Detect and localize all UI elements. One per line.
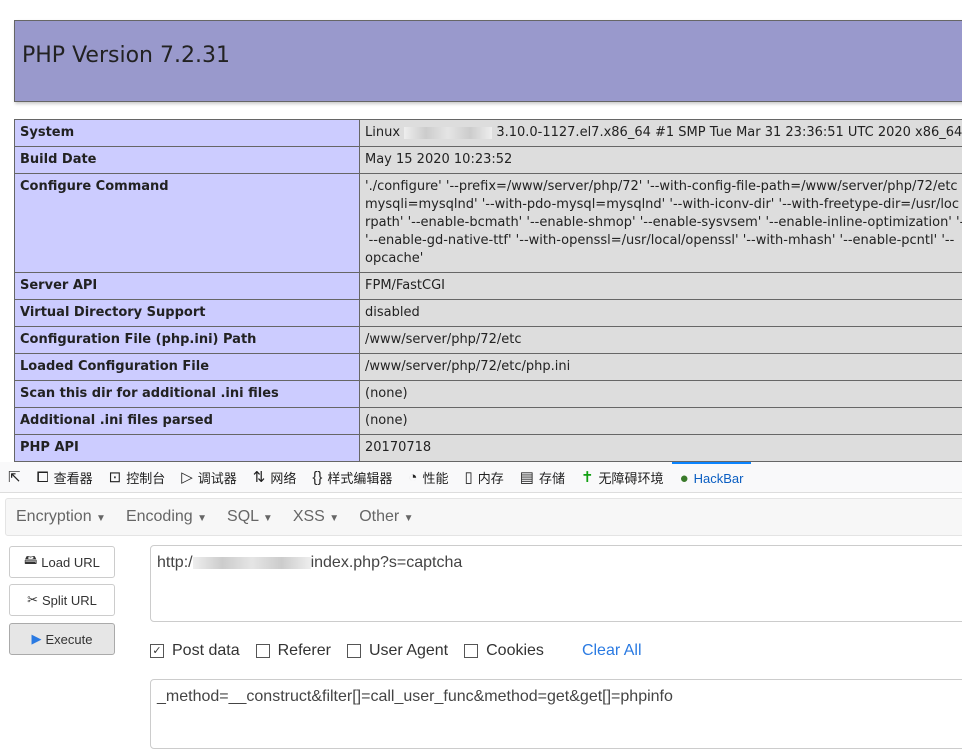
devtools-tab-9[interactable]: ●HackBar — [672, 462, 752, 492]
row-key: Configure Command — [15, 174, 360, 273]
table-row: Configuration File (php.ini) Path/www/se… — [15, 327, 962, 354]
table-row: Server APIFPM/FastCGI — [15, 273, 962, 300]
accessibility-icon: ✝ — [581, 468, 594, 486]
row-value: FPM/FastCGI — [360, 273, 962, 300]
redacted-host — [193, 557, 311, 569]
menu-encryption[interactable]: Encryption ▼ — [6, 508, 116, 526]
row-key: Virtual Directory Support — [15, 300, 360, 327]
devtools-tab-2[interactable]: ▷调试器 — [173, 462, 245, 492]
network-icon: ⇅ — [253, 468, 266, 486]
row-key: System — [15, 120, 360, 147]
option-post-data[interactable]: ✓Post data — [150, 642, 240, 660]
checkbox[interactable] — [256, 644, 270, 658]
execute-button[interactable]: ▶Execute — [9, 623, 115, 655]
row-key: Loaded Configuration File — [15, 354, 360, 381]
chevron-down-icon: ▼ — [404, 513, 414, 524]
console-icon: ⊡ — [109, 468, 122, 486]
request-options: ✓Post data Referer User Agent Cookies Clear … — [150, 642, 642, 660]
row-value: disabled — [360, 300, 962, 327]
devtools-tab-3[interactable]: ⇅网络 — [245, 462, 305, 492]
element-picker-button[interactable]: ⇱ — [0, 462, 29, 492]
hackbar-menu: Encryption ▼Encoding ▼SQL ▼XSS ▼Other ▼ — [5, 498, 962, 536]
chevron-down-icon: ▼ — [329, 513, 339, 524]
table-row: Configure Command'./configure' '--prefix… — [15, 174, 962, 273]
table-row: Loaded Configuration File/www/server/php… — [15, 354, 962, 381]
checkbox[interactable] — [347, 644, 361, 658]
chevron-down-icon: ▼ — [96, 513, 106, 524]
clear-all-link[interactable]: Clear All — [582, 642, 642, 660]
inspector-icon: ⧠ — [37, 469, 49, 486]
menu-encoding[interactable]: Encoding ▼ — [116, 508, 217, 526]
chevron-down-icon: ▼ — [263, 513, 273, 524]
storage-icon: ▤ — [520, 468, 534, 486]
table-row: Build DateMay 15 2020 10:23:52 — [15, 147, 962, 174]
row-key: Scan this dir for additional .ini files — [15, 381, 360, 408]
load-url-button[interactable]: 🖴Load URL — [9, 546, 115, 578]
memory-icon: ▯ — [464, 468, 472, 486]
checkbox[interactable]: ✓ — [150, 644, 164, 658]
devtools-toolbar: ⇱ ⧠查看器⊡控制台▷调试器⇅网络{}样式编辑器◔性能▯内存▤存储✝无障碍环境●… — [0, 462, 962, 493]
url-input[interactable]: http:/index.php?s=captcha — [150, 545, 962, 622]
table-row: Virtual Directory Supportdisabled — [15, 300, 962, 327]
row-key: PHP API — [15, 435, 360, 462]
option-referer[interactable]: Referer — [256, 642, 331, 660]
redacted-hostname — [404, 127, 492, 139]
row-value: './configure' '--prefix=/www/server/php/… — [360, 174, 962, 273]
row-key: Configuration File (php.ini) Path — [15, 327, 360, 354]
devtools-tab-6[interactable]: ▯内存 — [456, 462, 511, 492]
menu-other[interactable]: Other ▼ — [349, 508, 423, 526]
row-key: Additional .ini files parsed — [15, 408, 360, 435]
table-row: SystemLinux 3.10.0-1127.el7.x86_64 #1 SM… — [15, 120, 962, 147]
phpinfo-table: SystemLinux 3.10.0-1127.el7.x86_64 #1 SM… — [14, 119, 962, 462]
play-icon: ▶ — [32, 631, 42, 647]
row-value: (none) — [360, 408, 962, 435]
option-cookies[interactable]: Cookies — [464, 642, 544, 660]
page-title: PHP Version 7.2.31 — [22, 43, 230, 68]
phpinfo-header: PHP Version 7.2.31 — [14, 20, 962, 102]
devtools-tab-8[interactable]: ✝无障碍环境 — [573, 462, 672, 492]
row-key: Server API — [15, 273, 360, 300]
devtools-tab-0[interactable]: ⧠查看器 — [29, 462, 101, 492]
row-value: Linux 3.10.0-1127.el7.x86_64 #1 SMP Tue … — [360, 120, 962, 147]
table-row: Additional .ini files parsed(none) — [15, 408, 962, 435]
table-row: PHP API20170718 — [15, 435, 962, 462]
devtools-tab-4[interactable]: {}样式编辑器 — [304, 462, 400, 492]
cursor-pick-icon: ⇱ — [8, 468, 21, 486]
row-value: /www/server/php/72/etc/php.ini — [360, 354, 962, 381]
row-value: 20170718 — [360, 435, 962, 462]
phpinfo-page: PHP Version 7.2.31 SystemLinux 3.10.0-11… — [0, 0, 962, 462]
chevron-down-icon: ▼ — [197, 513, 207, 524]
row-value: (none) — [360, 381, 962, 408]
style-editor-icon: {} — [312, 469, 322, 486]
checkbox[interactable] — [464, 644, 478, 658]
row-value: May 15 2020 10:23:52 — [360, 147, 962, 174]
devtools-tab-5[interactable]: ◔性能 — [400, 462, 456, 492]
load-icon: 🖴 — [24, 551, 37, 573]
row-value: /www/server/php/72/etc — [360, 327, 962, 354]
devtools-tab-1[interactable]: ⊡控制台 — [101, 462, 174, 492]
menu-sql[interactable]: SQL ▼ — [217, 508, 283, 526]
devtools-tab-7[interactable]: ▤存储 — [512, 462, 573, 492]
option-user-agent[interactable]: User Agent — [347, 642, 448, 660]
hackbar-icon: ● — [680, 470, 689, 487]
menu-xss[interactable]: XSS ▼ — [283, 508, 349, 526]
split-url-button[interactable]: ✂Split URL — [9, 584, 115, 616]
row-key: Build Date — [15, 147, 360, 174]
table-row: Scan this dir for additional .ini files(… — [15, 381, 962, 408]
debugger-icon: ▷ — [181, 468, 193, 486]
performance-icon: ◔ — [408, 469, 417, 486]
post-data-input[interactable]: _method=__construct&filter[]=call_user_f… — [150, 679, 962, 749]
scissors-icon: ✂ — [27, 592, 38, 608]
